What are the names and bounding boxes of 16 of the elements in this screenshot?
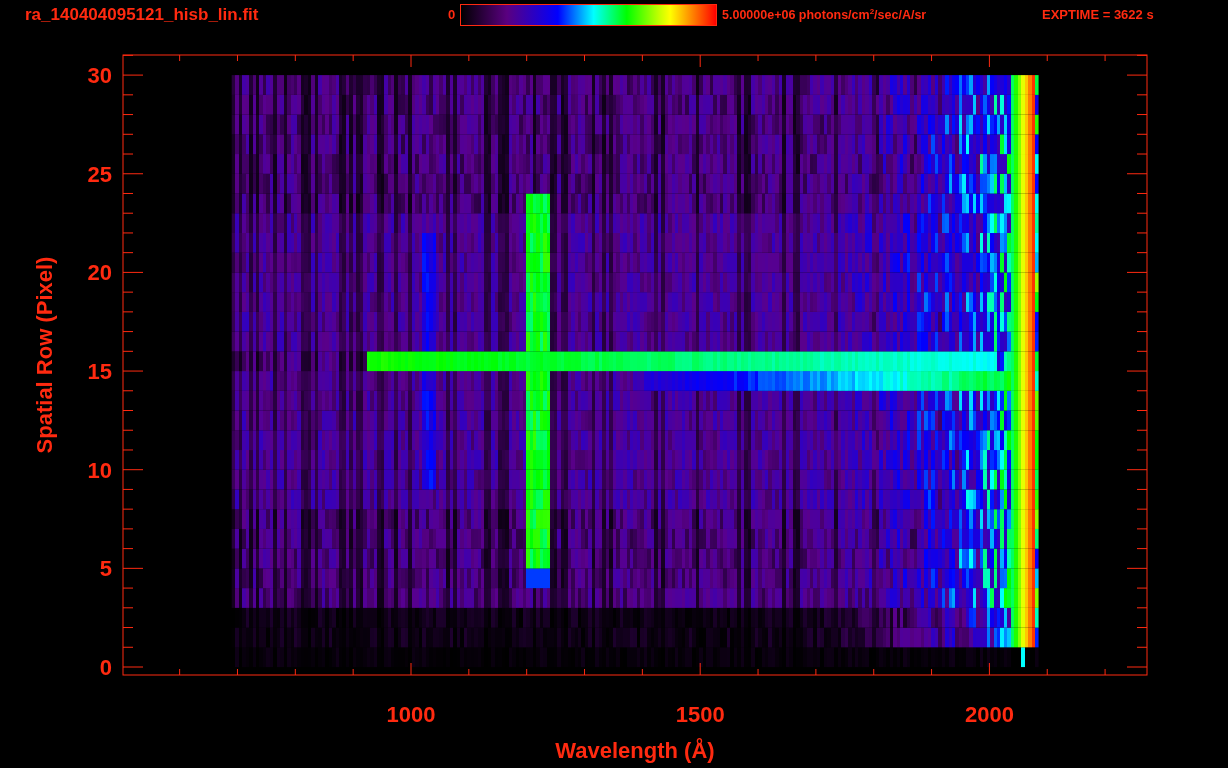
y-tick-label: 15 [87,359,112,385]
y-axis-label: Spatial Row (Pixel) [32,256,57,454]
colorbar-max-label: 5.00000e+06 photons/cm$^{2}$/sec/A/sr [721,5,928,24]
colorbar-min-label: 0 [448,6,457,25]
y-tick-label: 5 [99,556,112,582]
x-tick-label: 1000 [386,702,436,727]
exposure-time: EXPTIME = 3622 s [1042,6,1154,25]
y-tick-label: 0 [99,655,112,680]
y-tick-label: 20 [87,260,112,286]
y-tick-label: 30 [87,63,112,89]
x-axis-label: Wavelength (Å) [555,738,715,763]
x-tick-label: 1500 [675,702,725,727]
y-tick-label: 25 [87,161,112,187]
file-title: ra_140404095121_hisb_lin.fit [24,4,260,27]
x-tick-label: 2000 [964,702,1014,727]
y-tick-label: 10 [87,457,112,483]
